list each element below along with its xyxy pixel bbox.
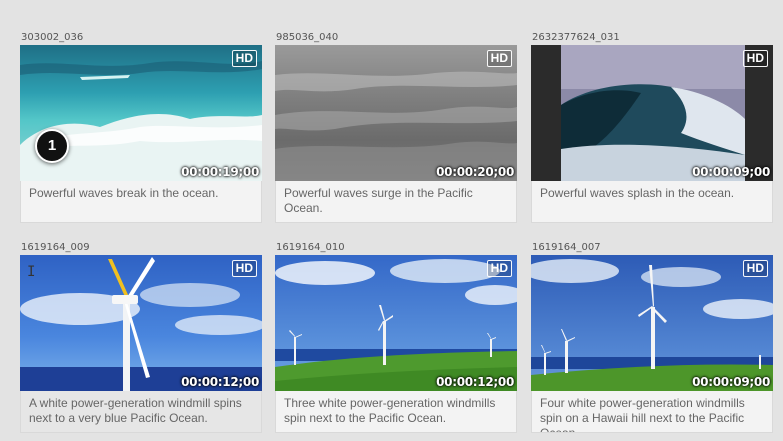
clip-caption: Three white power-generation windmills s… — [275, 391, 517, 433]
thumbnail-image — [531, 45, 773, 181]
clip-thumbnail-grayscale-wave[interactable]: HD 00:00:20;00 — [275, 45, 517, 181]
clip-id: 1619164_009 — [21, 242, 90, 253]
hd-badge: HD — [231, 50, 257, 67]
clip-duration: 00:00:12;00 — [436, 375, 514, 389]
clip-id: 1619164_010 — [276, 242, 345, 253]
hd-badge: HD — [231, 260, 257, 277]
hd-badge: HD — [742, 50, 768, 67]
clip-grid: 303002_036 HD 00:00:19;00 Powerful waves… — [0, 0, 783, 441]
thumbnail-image — [275, 255, 517, 391]
thumbnail-image — [531, 255, 773, 391]
clip-thumbnail-four-windmills[interactable]: HD 00:00:09;00 — [531, 255, 773, 391]
clip-id: 303002_036 — [21, 32, 84, 43]
thumbnail-image — [275, 45, 517, 181]
clip-duration: 00:00:09;00 — [692, 165, 770, 179]
hd-badge: HD — [486, 50, 512, 67]
clip-duration: 00:00:20;00 — [436, 165, 514, 179]
clip-caption: A white power-generation windmill spins … — [20, 391, 262, 433]
clip-id: 2632377624_031 — [532, 32, 620, 43]
clip-caption: Powerful waves splash in the ocean. — [531, 181, 773, 223]
text-cursor-icon: I — [27, 264, 36, 280]
clip-duration: 00:00:09;00 — [692, 375, 770, 389]
hd-badge: HD — [742, 260, 768, 277]
clip-duration: 00:00:12;00 — [181, 375, 259, 389]
thumbnail-image — [20, 255, 262, 391]
clip-caption: Powerful waves surge in the Pacific Ocea… — [275, 181, 517, 223]
clip-id: 1619164_007 — [532, 242, 601, 253]
clip-caption: Powerful waves break in the ocean. — [20, 181, 262, 223]
clip-thumbnail-barrel-wave[interactable]: HD 00:00:09;00 — [531, 45, 773, 181]
clip-caption: Four white power-generation windmills sp… — [531, 391, 773, 433]
clip-id: 985036_040 — [276, 32, 339, 43]
step-marker-badge: 1 — [35, 129, 69, 163]
clip-duration: 00:00:19;00 — [181, 165, 259, 179]
clip-thumbnail-three-windmills[interactable]: HD 00:00:12;00 — [275, 255, 517, 391]
hd-badge: HD — [486, 260, 512, 277]
clip-thumbnail-single-windmill[interactable]: HD 00:00:12;00 — [20, 255, 262, 391]
